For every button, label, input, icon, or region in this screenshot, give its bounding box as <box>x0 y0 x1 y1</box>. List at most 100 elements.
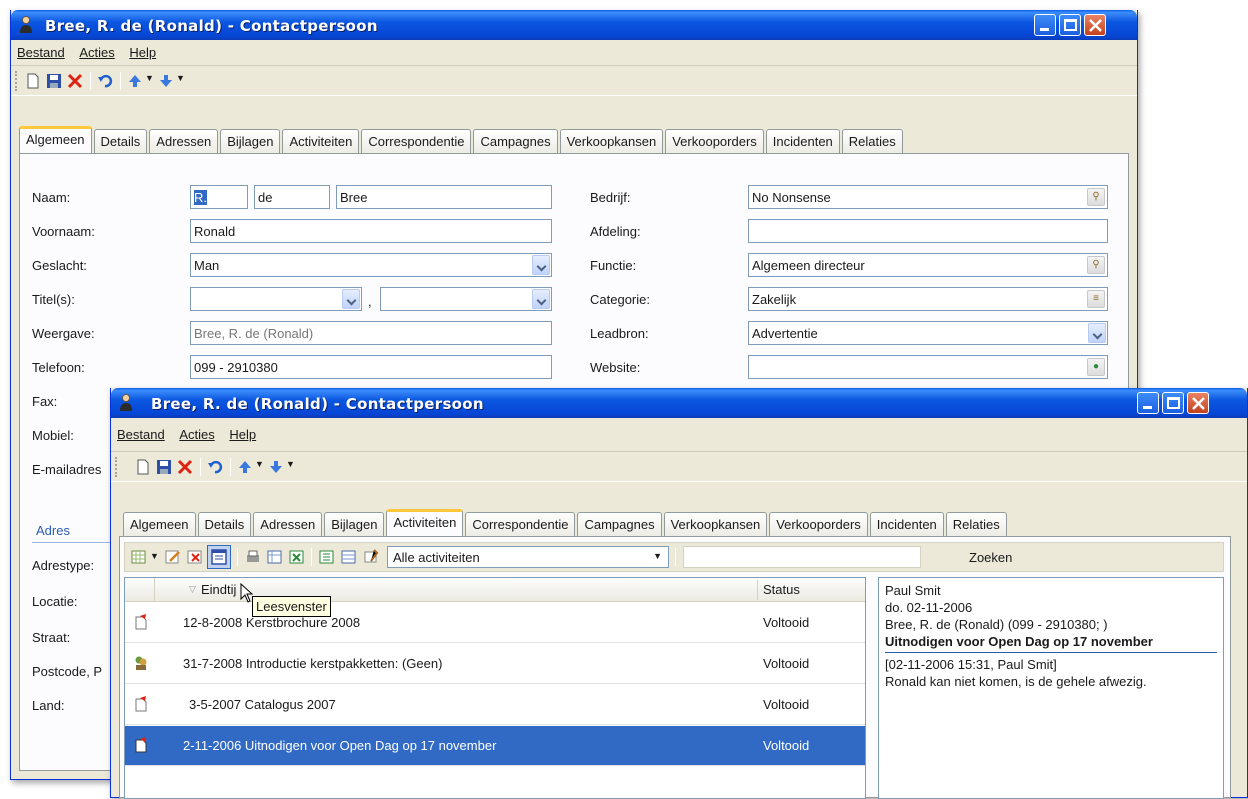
minimize-button[interactable] <box>1034 14 1056 36</box>
reading-pane-button[interactable] <box>207 545 231 569</box>
tab-relaties[interactable]: Relaties <box>945 512 1007 536</box>
menu-bestand[interactable]: Bestand <box>17 40 70 60</box>
previous-record-icon[interactable] <box>127 73 143 89</box>
view-tree-icon[interactable] <box>319 549 335 565</box>
tab-incidenten[interactable]: Incidenten <box>869 512 944 536</box>
activity-filter-select[interactable]: Alle activiteiten ▼ <box>387 546 669 568</box>
chevron-down-icon[interactable] <box>532 289 550 309</box>
tab-bijlagen[interactable]: Bijlagen <box>220 129 281 153</box>
save-icon[interactable] <box>156 459 172 475</box>
voornaam-input[interactable]: Ronald <box>190 219 552 243</box>
excel-export-icon[interactable] <box>289 549 305 565</box>
search-input[interactable] <box>683 546 921 568</box>
bedrijf-input[interactable]: No Nonsense ⚲ <box>748 185 1108 209</box>
menu-acties[interactable]: Acties <box>79 40 119 60</box>
categorie-input[interactable]: Zakelijk ≡ <box>748 287 1108 311</box>
titel-na-select[interactable] <box>380 287 552 311</box>
table-row[interactable]: 3-5-2007 Catalogus 2007 Voltooid <box>125 685 865 725</box>
tab-incidenten[interactable]: Incidenten <box>765 129 840 153</box>
weergave-input[interactable]: Bree, R. de (Ronald) <box>190 321 552 345</box>
tussenvoegsel-input[interactable]: de <box>254 185 330 209</box>
tab-correspondentie[interactable]: Correspondentie <box>361 129 472 153</box>
afdeling-input[interactable] <box>748 219 1108 243</box>
delete-activity-icon[interactable] <box>187 549 203 565</box>
voorletters-input[interactable]: R. <box>190 185 248 209</box>
maximize-button[interactable] <box>1162 392 1184 414</box>
new-document-icon[interactable] <box>25 73 41 89</box>
delete-icon[interactable] <box>177 459 193 475</box>
list-icon[interactable]: ≡ <box>1087 290 1105 308</box>
new-document-icon[interactable] <box>135 459 151 475</box>
previous-record-icon[interactable] <box>237 459 253 475</box>
telefoon-input[interactable]: 099 - 2910380 <box>190 355 552 379</box>
achternaam-input[interactable]: Bree <box>336 185 552 209</box>
delete-icon[interactable] <box>67 73 83 89</box>
chevron-down-icon[interactable]: ▼ <box>150 551 159 561</box>
undo-icon[interactable] <box>207 459 223 475</box>
tab-verkooporders[interactable]: Verkooporders <box>665 129 764 153</box>
titel-voor-select[interactable] <box>190 287 362 311</box>
menu-help[interactable]: Help <box>229 422 261 442</box>
tab-details[interactable]: Details <box>197 512 252 536</box>
lookup-icon[interactable]: ⚲ <box>1087 256 1105 274</box>
chevron-down-icon[interactable] <box>342 289 360 309</box>
chevron-down-icon[interactable]: ▼ <box>145 73 154 83</box>
toolbar-grip[interactable] <box>15 71 18 91</box>
chevron-down-icon[interactable]: ▼ <box>286 459 295 469</box>
print-icon[interactable] <box>245 549 261 565</box>
undo-icon[interactable] <box>97 73 113 89</box>
tab-verkooporders[interactable]: Verkooporders <box>769 512 868 536</box>
menu-bestand[interactable]: Bestand <box>117 422 170 442</box>
export-icon[interactable] <box>267 549 283 565</box>
column-header-status[interactable]: Status <box>763 582 800 597</box>
website-input[interactable]: ● <box>748 355 1108 379</box>
tab-adressen[interactable]: Adressen <box>253 512 323 536</box>
tab-details[interactable]: Details <box>93 129 148 153</box>
table-row[interactable]: 12-8-2008 Kerstbrochure 2008 Voltooid <box>125 603 865 643</box>
close-button[interactable] <box>1187 392 1209 414</box>
search-button[interactable]: Zoeken <box>969 550 1012 565</box>
globe-icon[interactable]: ● <box>1087 358 1105 376</box>
chevron-down-icon[interactable] <box>532 255 550 275</box>
header-icon-column[interactable] <box>125 578 155 602</box>
save-icon[interactable] <box>46 73 62 89</box>
tab-campagnes[interactable]: Campagnes <box>577 512 662 536</box>
chevron-down-icon[interactable]: ▼ <box>255 459 264 469</box>
chevron-down-icon[interactable] <box>1088 323 1106 343</box>
chevron-down-icon[interactable]: ▼ <box>653 551 662 561</box>
next-record-icon[interactable] <box>268 459 284 475</box>
menu-help[interactable]: Help <box>129 40 161 60</box>
new-activity-icon[interactable] <box>131 549 147 565</box>
table-row[interactable]: 31-7-2008 Introductie kerstpakketten: (G… <box>125 644 865 684</box>
tab-campagnes[interactable]: Campagnes <box>473 129 558 153</box>
toolbar-grip[interactable] <box>115 457 118 477</box>
menu-acties[interactable]: Acties <box>179 422 219 442</box>
tab-correspondentie[interactable]: Correspondentie <box>465 512 576 536</box>
tab-bijlagen[interactable]: Bijlagen <box>324 512 385 536</box>
functie-input[interactable]: Algemeen directeur ⚲ <box>748 253 1108 277</box>
tab-relaties[interactable]: Relaties <box>841 129 903 153</box>
maximize-button[interactable] <box>1059 14 1081 36</box>
view-list-icon[interactable] <box>341 549 357 565</box>
tab-algemeen[interactable]: Algemeen <box>123 512 196 536</box>
tab-activiteiten[interactable]: Activiteiten <box>282 129 360 153</box>
next-record-icon[interactable] <box>158 73 174 89</box>
chevron-down-icon[interactable]: ▼ <box>176 73 185 83</box>
title-bar[interactable]: Bree, R. de (Ronald) - Contactpersoon <box>11 10 1137 40</box>
tab-adressen[interactable]: Adressen <box>149 129 219 153</box>
close-button[interactable] <box>1084 14 1106 36</box>
tab-algemeen[interactable]: Algemeen <box>19 126 92 153</box>
leadbron-select[interactable]: Advertentie <box>748 321 1108 345</box>
column-header-date[interactable]: Eindtij <box>201 582 236 597</box>
attachment-icon[interactable] <box>363 549 379 565</box>
edit-activity-icon[interactable] <box>165 549 181 565</box>
title-bar[interactable]: Bree, R. de (Ronald) - Contactpersoon <box>111 388 1247 418</box>
tab-verkoopkansen[interactable]: Verkoopkansen <box>663 512 768 536</box>
lookup-icon[interactable]: ⚲ <box>1087 188 1105 206</box>
minimize-button[interactable] <box>1137 392 1159 414</box>
geslacht-select[interactable]: Man <box>190 253 552 277</box>
tab-activiteiten[interactable]: Activiteiten <box>386 509 464 536</box>
tab-verkoopkansen[interactable]: Verkoopkansen <box>559 129 664 153</box>
column-divider[interactable] <box>757 580 758 600</box>
table-row-selected[interactable]: 2-11-2006 Uitnodigen voor Open Dag op 17… <box>125 726 865 766</box>
